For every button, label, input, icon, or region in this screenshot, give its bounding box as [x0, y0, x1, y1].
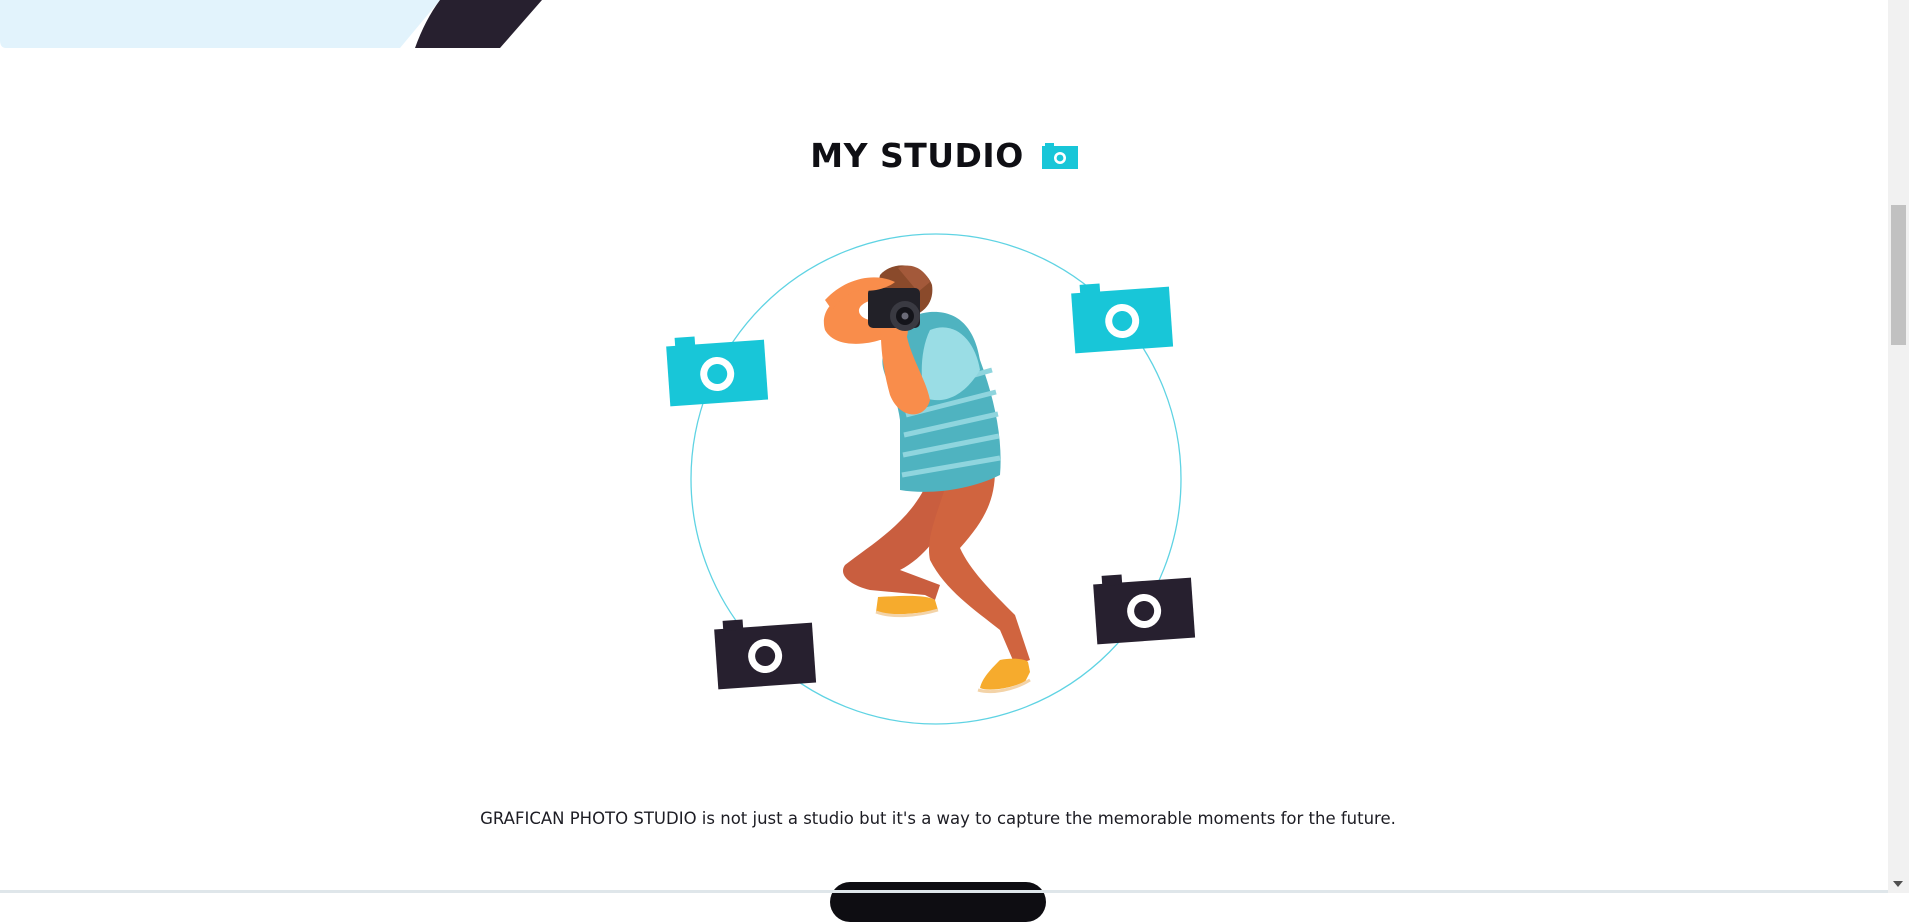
top-banner-decoration — [0, 0, 560, 48]
section-title-text: MY STUDIO — [810, 136, 1024, 175]
camera-icon — [666, 336, 769, 407]
scroll-down-arrow-icon[interactable] — [1893, 881, 1903, 887]
vertical-scrollbar[interactable] — [1888, 0, 1909, 893]
camera-icon — [1071, 283, 1174, 354]
scrollbar-thumb[interactable] — [1891, 205, 1906, 345]
section-title: MY STUDIO — [0, 134, 1888, 175]
photographer-figure — [823, 265, 1031, 694]
camera-icon — [714, 619, 817, 690]
camera-icon — [1093, 574, 1196, 645]
studio-tagline: GRAFICAN PHOTO STUDIO is not just a stud… — [480, 809, 1396, 828]
camera-icon — [1041, 142, 1078, 169]
cta-button[interactable] — [830, 882, 1046, 922]
